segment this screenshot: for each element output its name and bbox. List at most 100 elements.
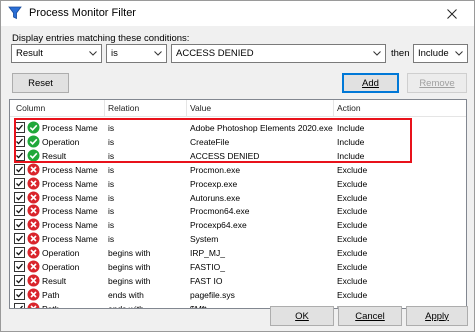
add-button[interactable]: Add [342,73,399,93]
row-checkbox[interactable] [14,122,25,133]
remove-button[interactable]: Remove [407,73,467,93]
row-value: pagefile.sys [190,289,235,300]
row-relation: is [108,164,115,175]
row-action: Exclude [337,289,368,300]
header-separator[interactable] [104,100,105,117]
row-relation: is [108,123,115,133]
filter-list[interactable]: Column Relation Value Action Process Nam… [9,99,467,309]
row-column: Process Name [42,178,98,189]
x-circle-icon [27,232,40,245]
x-circle-icon [27,274,40,287]
x-circle-icon [27,191,40,204]
row-column: Process Name [42,220,98,231]
check-circle-icon [27,121,40,134]
list-header: Column Relation Value Action [10,100,466,117]
row-action: Include [337,150,365,161]
row-checkbox[interactable] [14,288,25,300]
remove-button-label: Remove [419,77,455,89]
x-circle-icon [27,288,40,301]
action-select[interactable]: Include [413,44,468,63]
row-checkbox[interactable] [14,205,25,217]
header-action[interactable]: Action [337,103,361,113]
table-row[interactable]: Result is ACCESS DENIED Include [10,149,466,163]
row-value: ACCESS DENIED [190,150,260,161]
relation-select-value: is [111,48,118,59]
row-checkbox[interactable] [14,247,25,259]
check-circle-icon [27,135,40,148]
apply-button[interactable]: Apply [406,306,468,326]
row-checkbox[interactable] [14,261,25,272]
row-column: Process Name [42,164,98,175]
row-action: Exclude [337,164,368,175]
value-combobox[interactable]: ACCESS DENIED [171,44,386,63]
process-monitor-filter-icon [8,6,22,20]
table-row[interactable]: Process Name is System Exclude [10,232,466,246]
action-select-value: Include [418,48,449,59]
row-checkbox[interactable] [14,135,25,147]
cancel-button[interactable]: Cancel [338,306,402,326]
row-checkbox[interactable] [14,233,25,245]
row-action: Exclude [337,275,368,286]
row-relation: begins with [108,262,151,272]
row-checkbox[interactable] [14,149,25,161]
row-action: Include [337,123,365,133]
table-row[interactable]: Operation begins with FASTIO_ Exclude [10,260,466,274]
row-relation: ends with [108,289,144,300]
row-relation: is [108,206,115,217]
x-circle-icon [27,218,40,231]
row-value: IRP_MJ_ [190,248,225,259]
table-row[interactable]: Process Name is Autoruns.exe Exclude [10,191,466,205]
then-label: then [391,48,410,59]
window-title: Process Monitor Filter [29,7,136,19]
table-row[interactable]: Process Name is Adobe Photoshop Elements 2… [10,121,466,135]
row-checkbox[interactable] [14,219,25,231]
table-row[interactable]: Operation begins with IRP_MJ_ Exclude [10,246,466,260]
row-value: Autoruns.exe [190,192,241,203]
row-value: Procmon64.exe [190,206,250,217]
table-row[interactable]: Path ends with pagefile.sys Exclude [10,288,466,302]
filter-dialog: Process Monitor Filter Display entries m… [0,0,475,332]
ok-button[interactable]: OK [270,306,334,326]
row-column: Result [42,150,67,161]
row-action: Exclude [337,234,368,245]
table-row[interactable]: Process Name is Procmon64.exe Exclude [10,204,466,218]
header-value[interactable]: Value [190,103,211,113]
row-column: Process Name [42,192,98,203]
row-action: Include [337,136,365,147]
row-action: Exclude [337,178,368,189]
table-row[interactable]: Process Name is Procexp64.exe Exclude [10,218,466,232]
row-relation: ends with [108,303,144,309]
table-row[interactable]: Process Name is Procmon.exe Exclude [10,163,466,177]
row-value: Adobe Photoshop Elements 2020.exe [190,123,333,133]
header-separator[interactable] [186,100,187,117]
row-relation: begins with [108,275,151,286]
close-button[interactable] [430,1,474,26]
row-value: FASTIO_ [190,262,225,272]
row-column: Process Name [42,206,98,217]
relation-select[interactable]: is [106,44,167,63]
table-row[interactable]: Operation is CreateFile Include [10,135,466,149]
chevron-down-icon [153,48,163,59]
reset-button[interactable]: Reset [12,73,69,93]
chevron-down-icon [454,48,464,59]
column-select[interactable]: Result [11,44,102,63]
row-checkbox[interactable] [14,274,25,286]
row-checkbox[interactable] [14,302,25,308]
x-circle-icon [27,302,40,308]
row-checkbox[interactable] [14,191,25,203]
title-bar[interactable]: Process Monitor Filter [1,1,474,26]
table-row[interactable]: Process Name is Procexp.exe Exclude [10,177,466,191]
row-checkbox[interactable] [14,163,25,175]
row-value: FAST IO [190,275,223,286]
row-checkbox[interactable] [14,177,25,189]
x-circle-icon [27,246,40,259]
row-column: Operation [42,136,80,147]
header-column[interactable]: Column [16,103,45,113]
chevron-down-icon [88,48,98,59]
table-row[interactable]: Result begins with FAST IO Exclude [10,274,466,288]
row-value: $Mft [190,303,207,309]
header-separator[interactable] [333,100,334,117]
row-action: Exclude [337,262,368,272]
add-button-label: Add [362,77,379,89]
header-relation[interactable]: Relation [108,103,139,113]
